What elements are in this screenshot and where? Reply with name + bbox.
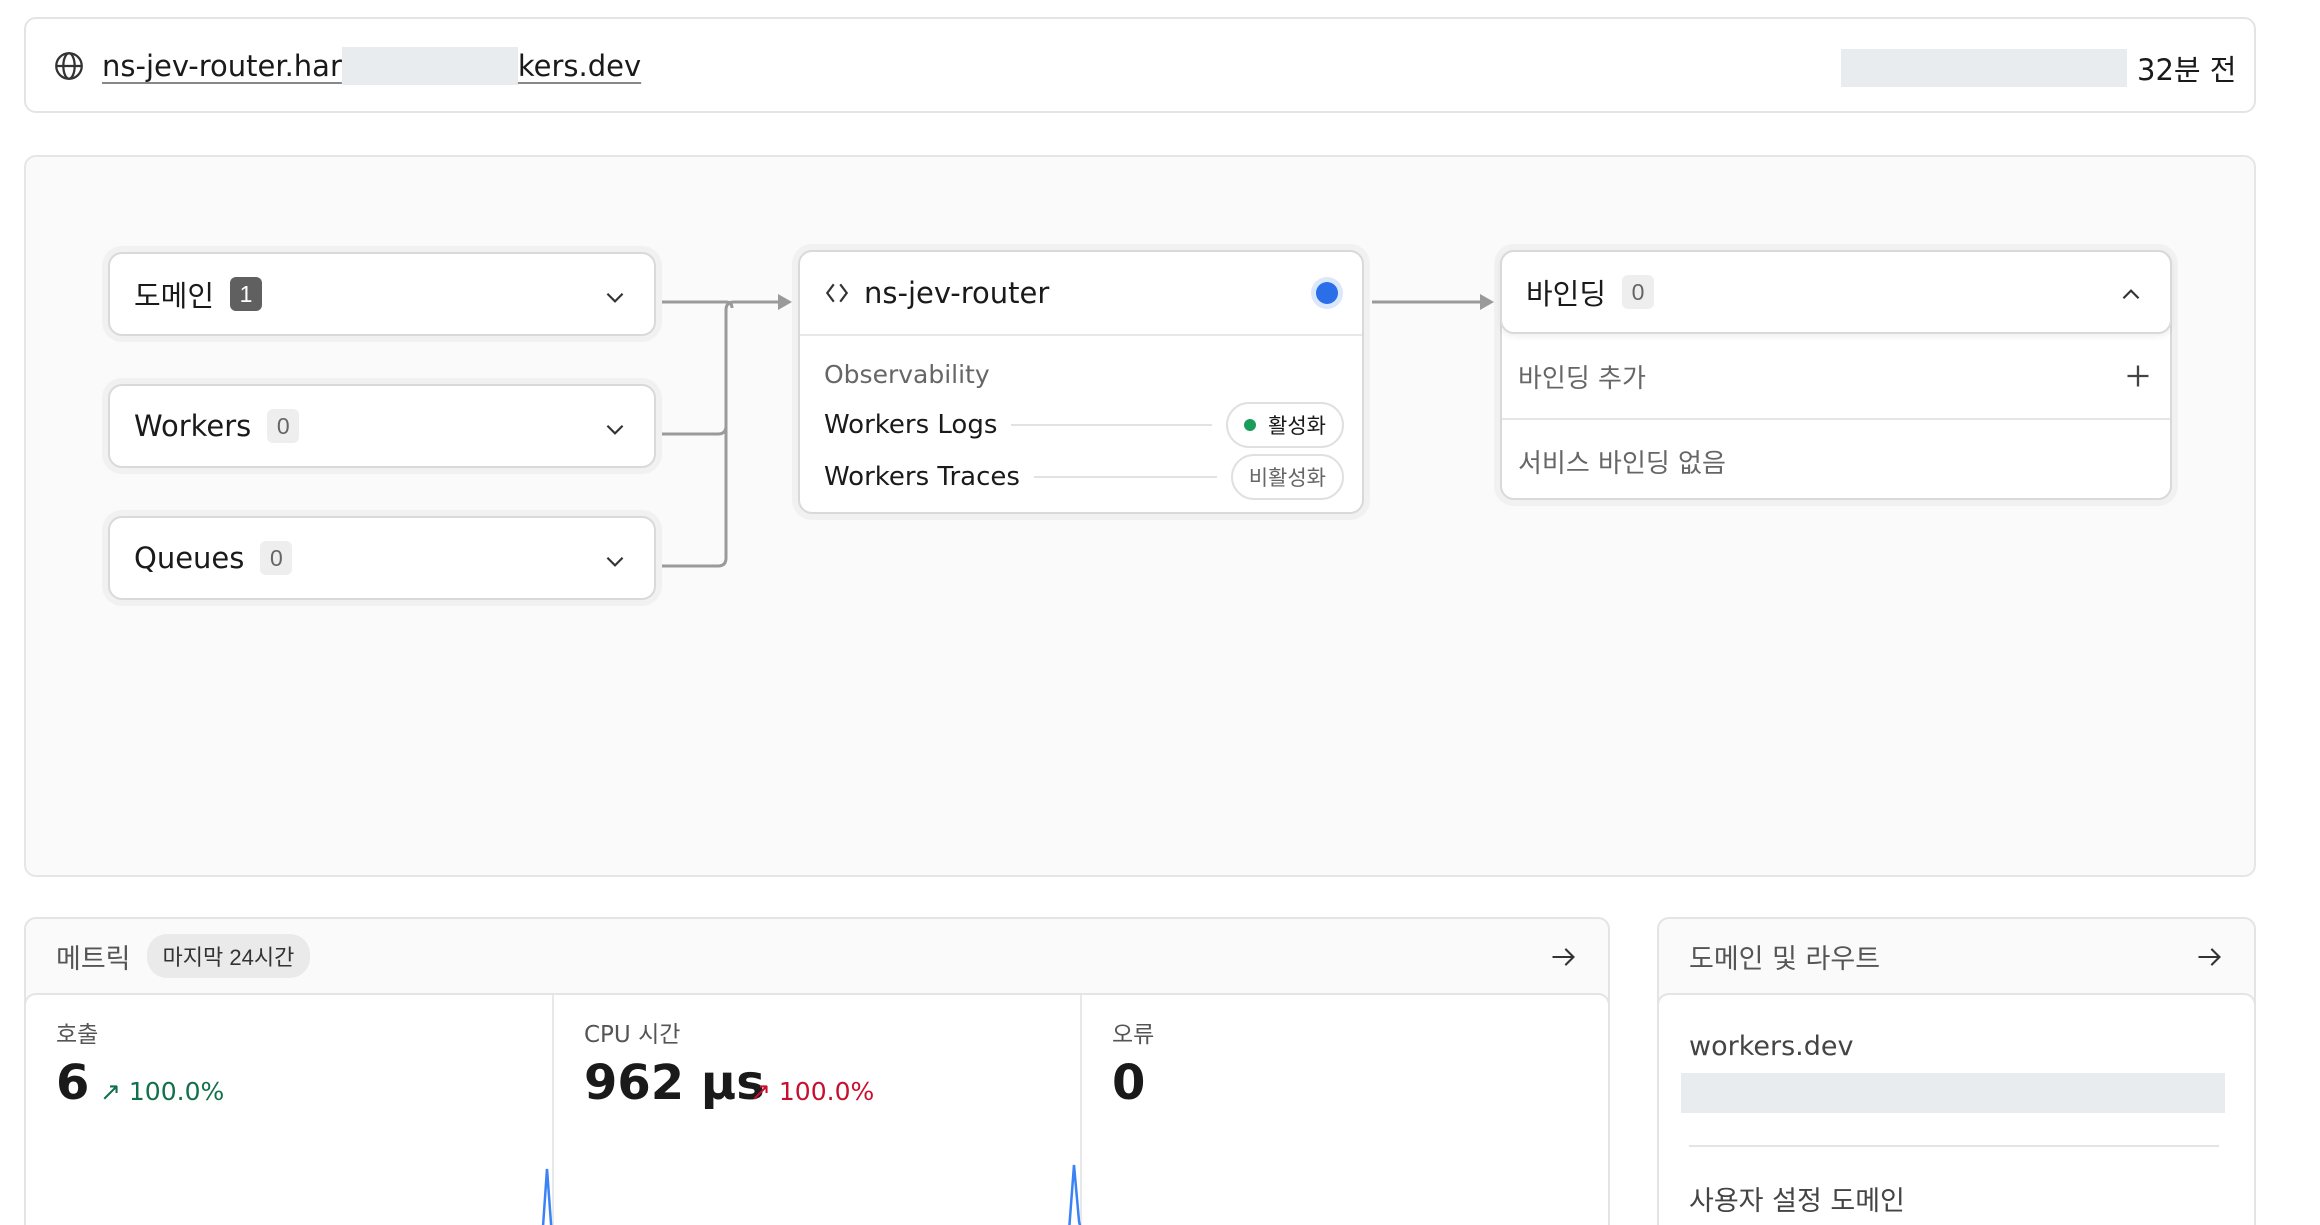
empty-bindings-row: 서비스 바인딩 없음 — [1502, 418, 2170, 502]
metric-delta: ↗ 100.0% — [750, 1077, 874, 1106]
chevron-down-icon[interactable] — [602, 548, 628, 574]
metric-label: CPU 시간 — [584, 1022, 681, 1048]
add-binding-label: 바인딩 추가 — [1518, 363, 1646, 394]
queues-dropdown[interactable]: Queues 0 — [108, 516, 656, 600]
worker-node-header[interactable]: ns-jev-router — [800, 252, 1362, 336]
domains-dropdown[interactable]: 도메인 1 — [108, 252, 656, 336]
chevron-up-icon[interactable] — [2118, 282, 2144, 308]
active-dot — [1244, 419, 1257, 431]
domains-body: workers.dev 사용자 설정 도메인 — [1657, 993, 2256, 1225]
count-badge: 0 — [260, 541, 293, 575]
empty-bindings-label: 서비스 바인딩 없음 — [1518, 448, 1726, 479]
workers-logs-row: Workers Logs 활성화 — [824, 402, 1344, 448]
row-label: Workers Logs — [824, 410, 998, 440]
bindings-header[interactable]: 바인딩 0 — [1500, 250, 2172, 334]
worker-node[interactable]: ns-jev-router Observability Workers Logs… — [798, 250, 1364, 514]
code-icon — [825, 283, 849, 303]
workers-dropdown[interactable]: Workers 0 — [108, 384, 656, 468]
status-badge-enabled: 활성화 — [1226, 402, 1344, 448]
metric-cpu-time[interactable]: CPU 시간 962 μs ↗ 100.0% — [554, 995, 1082, 1225]
redacted-block — [1681, 1073, 2225, 1113]
custom-domain-label: 사용자 설정 도메인 — [1689, 1186, 1905, 1217]
metrics-panel: 메트릭 마지막 24시간 호출 6 ↗ 100.0% CPU 시간 962 μs… — [24, 917, 1610, 1225]
metric-delta: ↗ 100.0% — [100, 1077, 224, 1106]
divider — [1689, 1145, 2219, 1147]
domains-title: 도메인 및 라우트 — [1689, 943, 1881, 975]
add-binding-row[interactable]: 바인딩 추가 — [1502, 334, 2170, 418]
worker-name: ns-jev-router — [864, 276, 1050, 310]
plus-icon[interactable] — [2124, 362, 2152, 390]
workers-traces-row: Workers Traces 비활성화 — [824, 454, 1344, 500]
dropdown-label: Workers — [134, 409, 252, 443]
metric-label: 호출 — [56, 1022, 99, 1048]
delta-value: 100.0% — [128, 1077, 225, 1106]
metrics-header[interactable]: 메트릭 마지막 24시간 — [26, 919, 1608, 993]
domains-routes-panel: 도메인 및 라우트 workers.dev 사용자 설정 도메인 — [1657, 917, 2256, 1225]
metrics-grid: 호출 6 ↗ 100.0% CPU 시간 962 μs ↗ 100.0% 오류 … — [24, 993, 1610, 1225]
chevron-down-icon[interactable] — [602, 416, 628, 442]
metric-errors[interactable]: 오류 0 — [1082, 995, 1608, 1225]
count-badge: 1 — [230, 277, 263, 311]
count-badge: 0 — [267, 409, 300, 443]
dropdown-label: Queues — [134, 541, 245, 575]
workers-dev-label: workers.dev — [1689, 1031, 1854, 1062]
requests-sparkline — [541, 1168, 553, 1225]
dropdown-label: 도메인 — [134, 279, 215, 313]
metric-label: 오류 — [1112, 1022, 1155, 1048]
time-range-badge: 마지막 24시간 — [146, 934, 311, 978]
status-label: 비활성화 — [1248, 466, 1326, 490]
bindings-panel: 바인딩 0 바인딩 추가 서비스 바인딩 없음 — [1500, 250, 2172, 500]
arrow-up-right-icon: ↗ — [750, 1077, 779, 1106]
count-badge: 0 — [1622, 275, 1655, 309]
metric-requests[interactable]: 호출 6 ↗ 100.0% — [26, 995, 554, 1225]
delta-value: 100.0% — [778, 1077, 875, 1106]
chevron-down-icon[interactable] — [602, 284, 628, 310]
divider — [1011, 424, 1213, 426]
status-dot — [1316, 282, 1338, 304]
cpu-sparkline — [1068, 1164, 1082, 1225]
metric-value: 962 μs — [584, 1055, 765, 1111]
divider — [1033, 476, 1217, 478]
status-label: 활성화 — [1268, 414, 1326, 438]
observability-heading: Observability — [824, 360, 990, 389]
errors-sparkline — [1082, 1161, 1610, 1225]
metric-value: 0 — [1112, 1055, 1146, 1111]
arrow-up-right-icon: ↗ — [100, 1077, 129, 1106]
bindings-label: 바인딩 — [1526, 277, 1607, 311]
metrics-title: 메트릭 — [56, 943, 131, 975]
arrow-right-icon[interactable] — [2194, 943, 2224, 971]
arrow-right-icon[interactable] — [1548, 943, 1578, 971]
row-label: Workers Traces — [824, 462, 1020, 492]
metric-value: 6 — [56, 1055, 90, 1111]
domains-header[interactable]: 도메인 및 라우트 — [1659, 919, 2254, 993]
status-badge-disabled: 비활성화 — [1230, 454, 1344, 500]
